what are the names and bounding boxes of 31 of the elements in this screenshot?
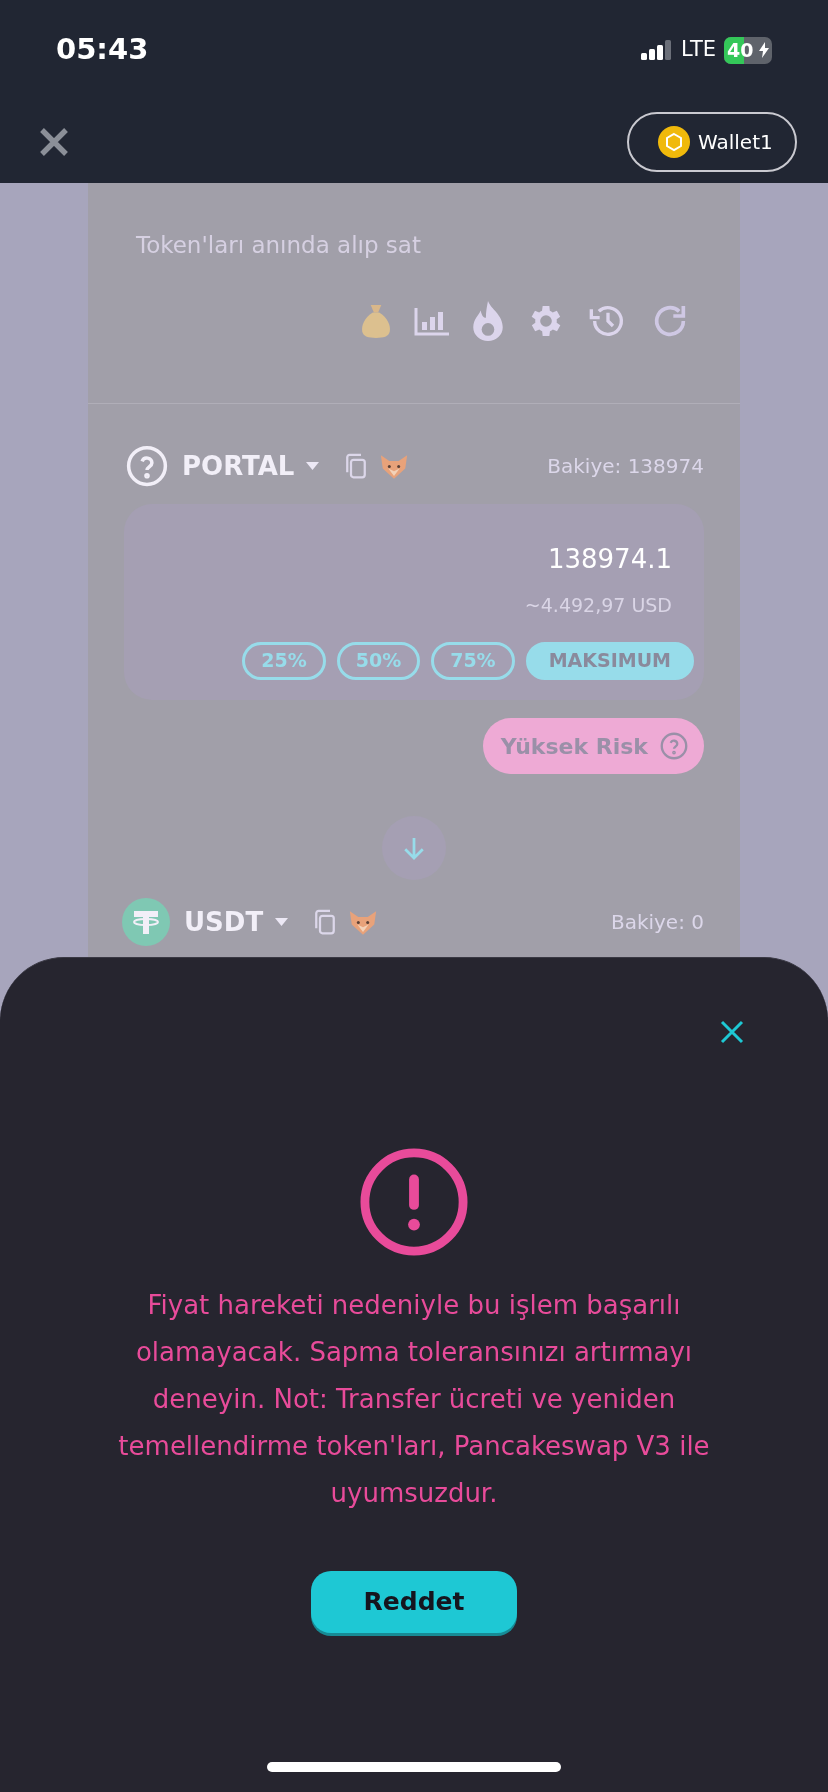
- bolt-icon: [759, 41, 769, 58]
- tether-icon: [122, 898, 170, 946]
- network-label: LTE: [681, 36, 716, 64]
- caret-icon: [275, 918, 289, 926]
- battery-level: 40: [727, 37, 754, 63]
- error-message: Fiyat hareketi nedeniyle bu işlem başarılı olamayacak. Sapma toleransınızı artırmayı deneyin. Not: Transfer ücreti ve yeniden temellendirme token'ları, Pancakeswap V3 ile uyumsuzdur.: [117, 1289, 711, 1510]
- reject-button[interactable]: Reddet: [311, 1571, 517, 1633]
- signal-icon: [641, 40, 674, 60]
- percent-button[interactable]: 50%: [336, 641, 421, 680]
- percent-button[interactable]: 75%: [431, 641, 515, 680]
- close-icon[interactable]: [720, 1020, 744, 1044]
- swap-subtitle: Token'ları anında alıp sat: [136, 231, 422, 260]
- wallet-button[interactable]: Wallet1: [627, 111, 797, 172]
- balance-label: Bakiye: 0: [610, 909, 704, 936]
- close-icon[interactable]: [38, 125, 70, 158]
- help-icon: [660, 732, 688, 760]
- token-selector[interactable]: USDT: [184, 902, 289, 942]
- coin-icon: [658, 125, 690, 158]
- percent-button[interactable]: 25%: [242, 641, 326, 680]
- balance-label: Bakiye: 138974: [547, 453, 704, 480]
- warning-icon: [360, 1148, 468, 1256]
- risk-button[interactable]: Yüksek Risk: [482, 718, 704, 774]
- caret-icon: [306, 462, 320, 470]
- amount-value[interactable]: 138974.1: [547, 540, 672, 579]
- status-time: 05:43: [56, 31, 149, 69]
- chart-icon[interactable]: [414, 305, 450, 336]
- question-icon: [126, 445, 168, 487]
- token-selector[interactable]: PORTAL: [182, 446, 320, 486]
- percent-button[interactable]: MAKSIMUM: [525, 641, 694, 680]
- money-bag-icon[interactable]: [360, 302, 392, 339]
- flame-icon[interactable]: [472, 300, 504, 341]
